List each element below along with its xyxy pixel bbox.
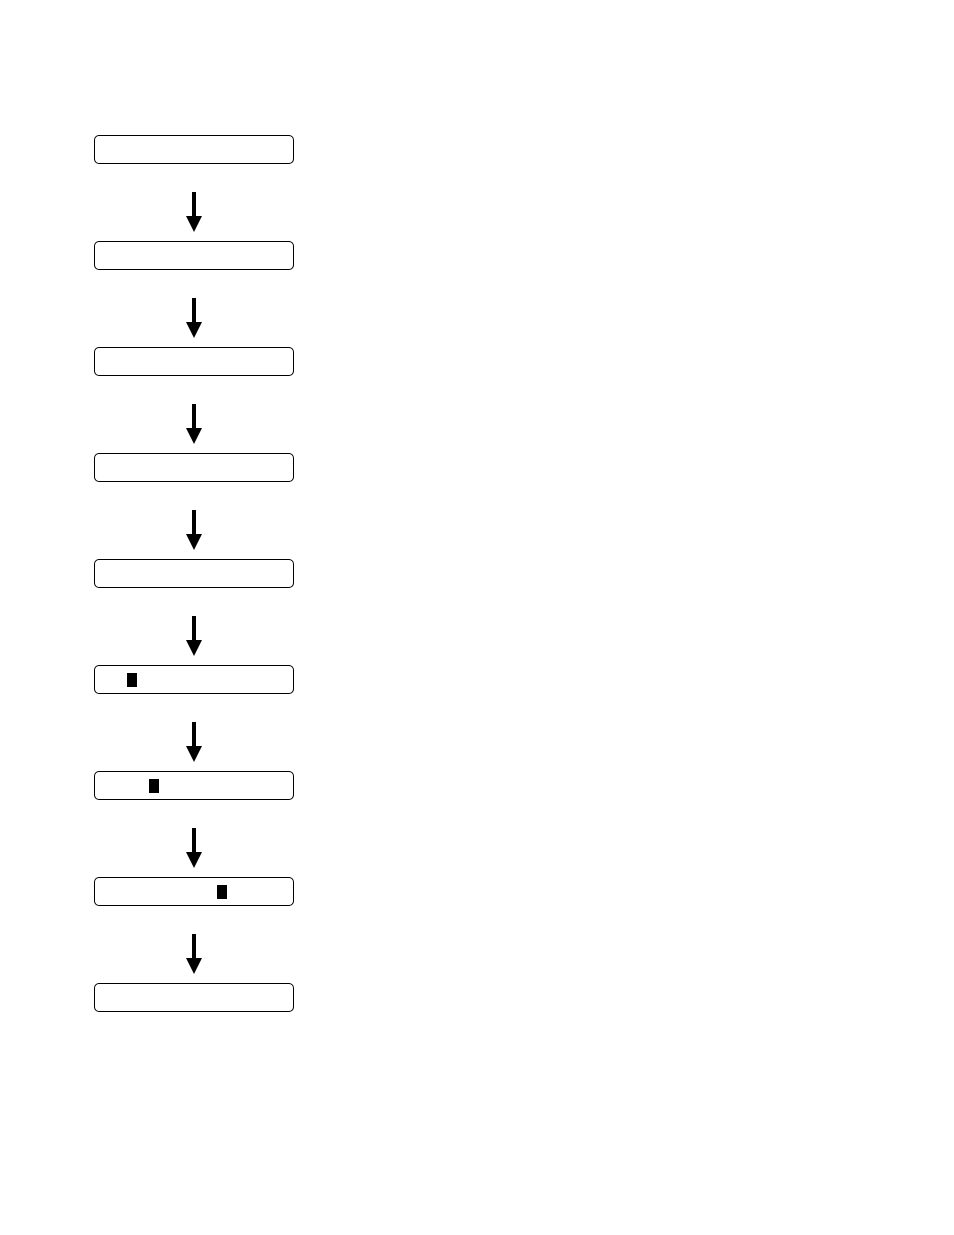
- arrow-down-icon: [184, 298, 204, 338]
- step-box-4: [94, 453, 294, 482]
- arrow-down-icon: [184, 510, 204, 550]
- position-marker: [127, 673, 137, 687]
- arrow-down-icon: [184, 722, 204, 762]
- step-box-9: [94, 983, 294, 1012]
- position-marker: [149, 779, 159, 793]
- step-box-8: [94, 877, 294, 906]
- flowchart: [94, 135, 294, 1012]
- step-box-6: [94, 665, 294, 694]
- step-box-7: [94, 771, 294, 800]
- arrow-down-icon: [184, 934, 204, 974]
- step-box-1: [94, 135, 294, 164]
- arrow-down-icon: [184, 828, 204, 868]
- step-box-5: [94, 559, 294, 588]
- step-box-2: [94, 241, 294, 270]
- arrow-down-icon: [184, 404, 204, 444]
- arrow-down-icon: [184, 616, 204, 656]
- step-box-3: [94, 347, 294, 376]
- arrow-down-icon: [184, 192, 204, 232]
- position-marker: [217, 885, 227, 899]
